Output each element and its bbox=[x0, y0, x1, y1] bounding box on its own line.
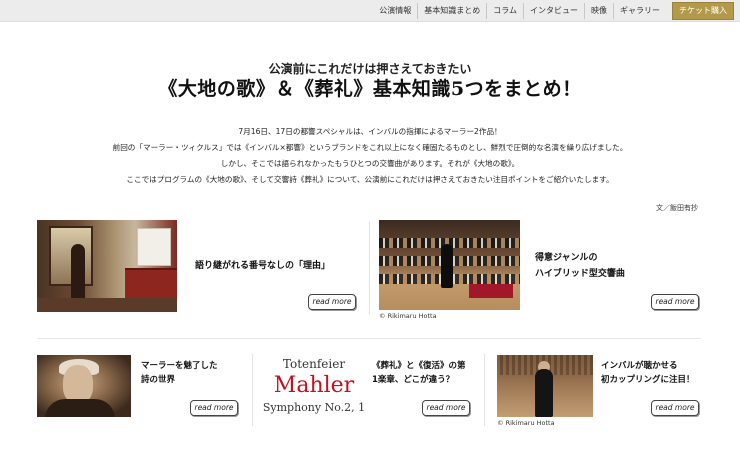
article-title[interactable]: 語り継がれる番号なしの「理由」 bbox=[195, 258, 330, 274]
nav-item-performance-info[interactable]: 公演情報 bbox=[373, 3, 417, 19]
article-title-line: 詩の世界 bbox=[141, 375, 176, 385]
page-title: 《大地の歌》＆《葬礼》基本知識5つをまとめ！ bbox=[158, 78, 582, 100]
intro-line: ここではプログラムの《大地の歌》、そして交響詩《葬礼》について、公演前にこれだけ… bbox=[126, 175, 614, 184]
intro-line: 前回の「マーラー・ツィクルス」では《インバル×都響》というブランドをこれ以上にな… bbox=[112, 143, 628, 152]
article-image-orchestra[interactable] bbox=[379, 220, 520, 310]
image-person bbox=[71, 244, 85, 306]
nav-item-basic-knowledge[interactable]: 基本知識まとめ bbox=[417, 3, 486, 19]
nav-item-gallery[interactable]: ギャラリー bbox=[613, 3, 666, 19]
article-card-3[interactable]: マーラーを魅了した 詩の世界 read more bbox=[37, 355, 243, 419]
article-card-5[interactable]: © Rikimaru Hotta インバルが聴かせる 初カップリングに注目！ r… bbox=[497, 355, 701, 429]
author-credit: 文／飯田有抄 bbox=[656, 204, 698, 212]
read-more-button[interactable]: read more bbox=[651, 294, 699, 310]
article-image-room[interactable] bbox=[37, 220, 177, 312]
article-card-2[interactable]: © Rikimaru Hotta 得意ジャンルの ハイブリッド型交響曲 read… bbox=[379, 220, 701, 324]
ticket-purchase-button[interactable]: チケット購入 bbox=[672, 2, 734, 20]
image-body bbox=[535, 369, 553, 417]
article-title[interactable]: インバルが聴かせる 初カップリングに注目！ bbox=[601, 359, 695, 387]
article-card-4[interactable]: Totenfeier Mahler Symphony No.2, 1 《葬礼》と… bbox=[262, 353, 474, 419]
top-navigation: 公演情報 基本知識まとめ コラム インタビュー 映像 ギャラリー チケット購入 bbox=[0, 0, 740, 22]
article-title-line: 《葬礼》と《復活》の第 bbox=[372, 361, 466, 371]
image-podium bbox=[469, 284, 513, 298]
read-more-button[interactable]: read more bbox=[422, 400, 470, 416]
article-title-line: 1楽章、どこが違う？ bbox=[372, 375, 455, 385]
article-title-line: 得意ジャンルの bbox=[535, 253, 598, 263]
image-conductor bbox=[441, 244, 453, 288]
article-image-totenfeier-graphic[interactable]: Totenfeier Mahler Symphony No.2, 1 bbox=[262, 353, 366, 419]
read-more-button[interactable]: read more bbox=[308, 294, 356, 310]
article-image-conductor[interactable] bbox=[497, 355, 593, 417]
article-title[interactable]: 《葬礼》と《復活》の第 1楽章、どこが違う？ bbox=[372, 359, 466, 387]
article-card-1[interactable]: 語り継がれる番号なしの「理由」 read more bbox=[37, 220, 367, 312]
read-more-button[interactable]: read more bbox=[651, 400, 699, 416]
article-image-portrait[interactable] bbox=[37, 355, 131, 417]
graphic-title-text: Totenfeier bbox=[282, 357, 346, 371]
article-title[interactable]: マーラーを魅了した 詩の世界 bbox=[141, 359, 218, 387]
graphic-composer-text: Mahler bbox=[273, 373, 355, 398]
article-title-line: インバルが聴かせる bbox=[601, 361, 678, 371]
nav-item-column[interactable]: コラム bbox=[486, 3, 523, 19]
intro-text: 7月16日、17日の都響スペシャルは、インバルの指揮によるマーラー2作品！ 前回… bbox=[0, 124, 740, 188]
vertical-divider bbox=[369, 222, 370, 314]
horizontal-divider bbox=[37, 338, 701, 339]
article-title-line: ハイブリッド型交響曲 bbox=[535, 269, 625, 279]
photo-credit: © Rikimaru Hotta bbox=[379, 312, 437, 320]
image-poster bbox=[137, 228, 171, 266]
vertical-divider bbox=[252, 354, 253, 426]
vertical-divider bbox=[484, 354, 485, 426]
nav-item-interview[interactable]: インタビュー bbox=[523, 3, 584, 19]
intro-line: 7月16日、17日の都響スペシャルは、インバルの指揮によるマーラー2作品！ bbox=[238, 127, 502, 136]
read-more-button[interactable]: read more bbox=[190, 400, 238, 416]
photo-credit: © Rikimaru Hotta bbox=[497, 419, 555, 427]
image-face bbox=[63, 365, 93, 403]
intro-line: しかし、そこでは語られなかったもうひとつの交響曲があります。それが《大地の歌》。 bbox=[220, 159, 520, 168]
article-title[interactable]: 得意ジャンルの ハイブリッド型交響曲 bbox=[535, 250, 625, 282]
article-title-line: 初カップリングに注目！ bbox=[601, 375, 695, 385]
image-floor bbox=[37, 298, 177, 312]
graphic-symphony-text: Symphony No.2, 1 bbox=[262, 401, 366, 414]
article-title-line: マーラーを魅了した bbox=[141, 361, 218, 371]
image-coat bbox=[45, 399, 115, 417]
nav-item-video[interactable]: 映像 bbox=[584, 3, 613, 19]
nav-items: 公演情報 基本知識まとめ コラム インタビュー 映像 ギャラリー チケット購入 bbox=[373, 2, 734, 20]
